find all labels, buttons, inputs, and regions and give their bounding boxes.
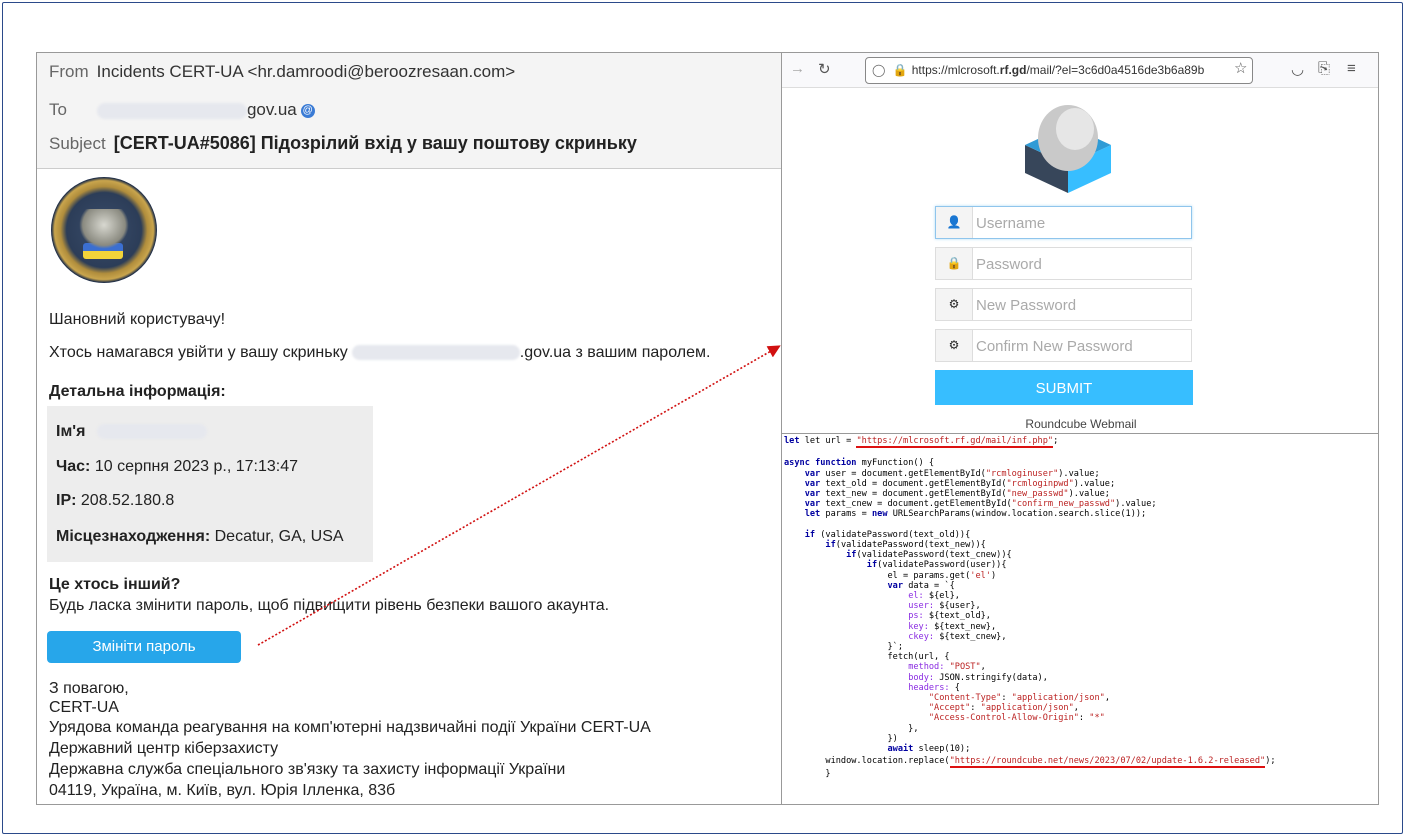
phishing-browser-window: → ↻ ◯ 🔒 https://mlcrosoft.rf.gd/mail/?el=… [782, 53, 1378, 434]
extensions-icon[interactable]: ⎘ [1318, 60, 1330, 77]
confirm-password-field[interactable]: ⚙ [935, 329, 1192, 363]
roundcube-logo [1025, 105, 1111, 193]
subject-label: Subject [49, 134, 106, 153]
signature-line-5: 04119, Україна, м. Київ, вул. Юрія Іллен… [49, 782, 396, 799]
code-closing-brace: } [784, 768, 831, 779]
redacted-mailbox [351, 345, 520, 361]
composite-screenshot: From Incidents CERT-UA <hr.damroodi@beroo… [36, 52, 1379, 805]
source-code-panel: let let url = "https://mlcrosoft.rf.gd/m… [782, 434, 1378, 804]
question: Це хтось інший? [49, 576, 181, 593]
greeting: Шановний користувачу! [49, 311, 226, 328]
url-mid: crosoft. [960, 63, 1000, 77]
subject-value: [CERT-UA#5086] Підозрілий вхід у вашу по… [113, 133, 637, 153]
location-label: Місцезнаходження: [56, 528, 211, 545]
cert-ua-seal-logo [51, 177, 157, 283]
signature-line-3: Державний центр кіберзахисту [49, 740, 279, 757]
contact-icon[interactable]: @ [300, 103, 315, 118]
gear-icon: ⚙ [936, 330, 973, 361]
code-replace-line: window.location.replace("https://roundcu… [784, 756, 1276, 769]
url-bar[interactable]: ◯ 🔒 https://mlcrosoft.rf.gd/mail/?el=3c6d… [865, 57, 1253, 84]
to-domain[interactable]: gov.ua [247, 100, 297, 119]
email-panel: From Incidents CERT-UA <hr.damroodi@beroo… [37, 53, 782, 804]
code-url-prefix: let url = [804, 436, 857, 446]
time-value: 10 серпня 2023 р., 17:13:47 [94, 458, 299, 475]
new-password-field[interactable]: ⚙ [935, 288, 1192, 322]
details-box: Ім'я Час: 10 серпня 2023 р., 17:13:47 IP… [47, 406, 373, 562]
submit-button[interactable]: SUBMIT [935, 370, 1193, 405]
url-path: /mail/?el=3c6d0a4516de3b6a89b [1026, 63, 1205, 77]
password-input[interactable] [974, 248, 1188, 281]
to-row: To gov.ua @ [49, 100, 315, 120]
new-password-input[interactable] [974, 289, 1188, 322]
time-label: Час: [56, 458, 91, 475]
from-label: From [49, 62, 89, 81]
ip-value: 208.52.180.8 [80, 492, 175, 509]
user-icon: 👤 [936, 207, 973, 238]
lock-icon[interactable]: 🔒 [893, 63, 908, 77]
regards: З повагою, [49, 680, 129, 697]
url-domain: rf.gd [999, 63, 1027, 77]
code-url-line: let let url = "https://mlcrosoft.rf.gd/m… [784, 436, 1059, 448]
code-body: async function myFunction() { var user =… [784, 458, 1157, 755]
subject-row: Subject [CERT-UA#5086] Підозрілий вхід у … [49, 133, 637, 154]
lock-icon: 🔒 [936, 248, 973, 279]
gear-icon: ⚙ [936, 289, 973, 320]
from-row: From Incidents CERT-UA <hr.damroodi@beroo… [49, 62, 515, 82]
confirm-password-input[interactable] [974, 330, 1188, 363]
redacted-name [97, 424, 208, 440]
exfil-url: "https://mlcrosoft.rf.gd/mail/inf.php" [856, 436, 1054, 448]
to-label: To [49, 100, 67, 119]
attempt-line-start: Хтось намагався увійти у вашу скриньку [49, 344, 348, 361]
url-prefix: https://ml [911, 63, 961, 77]
redacted-address [96, 102, 247, 119]
location-value: Decatur, GA, USA [214, 528, 344, 545]
time-row: Час: 10 серпня 2023 р., 17:13:47 [56, 458, 298, 476]
password-field[interactable]: 🔒 [935, 247, 1192, 281]
tracking-shield-icon[interactable]: ◯ [872, 63, 885, 77]
reload-icon[interactable]: ↻ [818, 60, 831, 78]
forward-icon[interactable]: → [790, 60, 805, 77]
browser-toolbar: → ↻ ◯ 🔒 https://mlcrosoft.rf.gd/mail/?el=… [782, 53, 1378, 88]
signature-line-1: CERT-UA [49, 699, 119, 716]
redirect-url: "https://roundcube.net/news/2023/07/02/u… [949, 756, 1266, 769]
signature-line-2: Урядова команда реагування на комп'ютерн… [49, 719, 651, 736]
signature-line-4: Державна служба спеціального зв'язку та … [49, 761, 566, 778]
bookmark-star-icon[interactable]: ☆ [1234, 59, 1247, 77]
attempt-line: Хтось намагався увійти у вашу скриньку .g… [49, 344, 710, 362]
username-input[interactable] [974, 207, 1188, 240]
details-heading: Детальна інформація: [49, 383, 226, 400]
change-password-button[interactable]: Змініти пароль [47, 631, 241, 663]
ip-row: IP: 208.52.180.8 [56, 492, 174, 510]
name-row: Ім'я [56, 423, 208, 441]
email-header: From Incidents CERT-UA <hr.damroodi@beroo… [37, 53, 781, 169]
roundcube-footer: Roundcube Webmail [1025, 417, 1137, 431]
code-replace-prefix: window.location.replace( [784, 756, 950, 767]
name-label: Ім'я [56, 423, 86, 440]
request-line: Будь ласка змінити пароль, щоб підвищити… [49, 597, 610, 614]
username-field[interactable]: 👤 [935, 206, 1192, 240]
ip-label: IP: [56, 492, 77, 509]
menu-icon[interactable]: ≡ [1347, 60, 1356, 77]
from-value[interactable]: Incidents CERT-UA <hr.damroodi@beroozres… [97, 62, 516, 81]
attempt-line-end: .gov.ua з вашим паролем. [519, 344, 711, 361]
pocket-icon[interactable]: ◡ [1291, 60, 1304, 78]
location-row: Місцезнаходження: Decatur, GA, USA [56, 528, 344, 546]
